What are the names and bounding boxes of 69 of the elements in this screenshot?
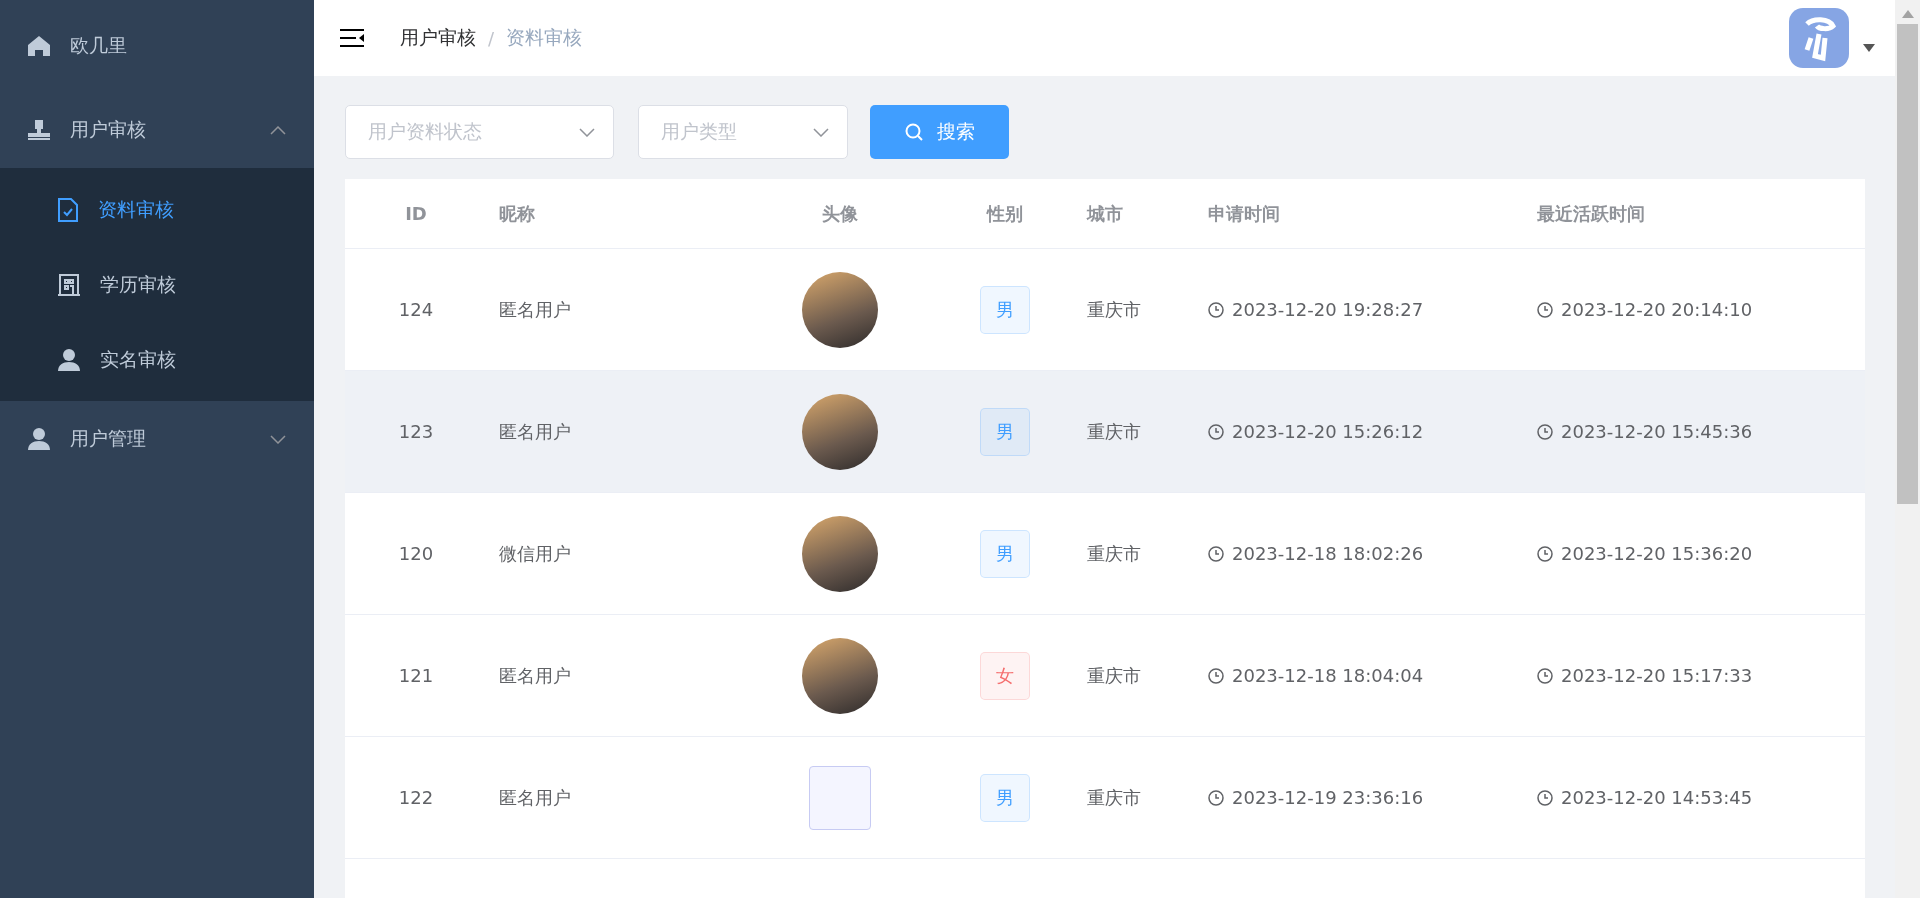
- table-cell: 124: [398, 299, 434, 320]
- chevron-down-icon: [270, 434, 286, 444]
- clock-icon: [1537, 667, 1553, 684]
- column-header: 昵称: [498, 201, 535, 226]
- clock-icon: [1208, 301, 1224, 318]
- table-cell: 121: [398, 665, 434, 686]
- scarf-logo-avatar[interactable]: [1789, 8, 1849, 68]
- table-cell: 120: [398, 543, 434, 564]
- date-time: 2023-12-20 15:45:36: [1561, 421, 1753, 442]
- clock-icon: [1208, 667, 1224, 684]
- breadcrumb-item: 资料审核: [506, 25, 583, 50]
- gender-tag: 男: [980, 407, 1030, 456]
- clock-icon: [1537, 423, 1553, 440]
- column-header: 头像: [822, 201, 858, 226]
- breadcrumb-separator: /: [488, 27, 495, 49]
- screenshot-placeholder: [809, 765, 871, 830]
- table-cell-text: 匿名用户: [498, 419, 571, 444]
- table-cell-text: 重庆市: [1086, 541, 1141, 566]
- building-icon: [58, 273, 80, 296]
- gender-tag: 男: [980, 773, 1030, 822]
- scrollbar-thumb[interactable]: [1897, 24, 1918, 504]
- breadcrumb-item[interactable]: 用户审核: [400, 25, 476, 51]
- table-cell-text: 匿名用户: [498, 663, 571, 688]
- stamp-icon: [28, 120, 50, 140]
- menu-icon[interactable]: [340, 28, 364, 48]
- date-time: 2023-12-20 19:28:27: [1232, 299, 1424, 320]
- person-icon: [28, 428, 50, 450]
- table-cell-text: 重庆市: [1086, 297, 1141, 322]
- table-row[interactable]: 123 匿名用户 男 重庆市 2023-12-20 15:26:12 2023-12-20 15:45:36: [345, 371, 1865, 493]
- caret-icon[interactable]: [1863, 44, 1875, 52]
- clock-icon: [1537, 789, 1553, 806]
- search-icon: [904, 123, 923, 141]
- clock-icon: [1208, 545, 1224, 562]
- document-check-icon: [58, 197, 78, 222]
- column-header: ID: [405, 203, 427, 224]
- scrollbar[interactable]: [1895, 0, 1920, 898]
- clock-icon: [1208, 789, 1224, 806]
- chevron-up-icon: [270, 125, 286, 135]
- gender-tag: 女: [980, 651, 1030, 700]
- table-cell-text: 重庆市: [1086, 663, 1141, 688]
- person-icon: [58, 348, 80, 371]
- date-time: 2023-12-20 14:53:45: [1561, 787, 1753, 808]
- chevron-down-icon: [579, 127, 595, 137]
- table-cell: 122: [398, 787, 434, 808]
- date-time: 2023-12-18 18:02:26: [1232, 543, 1424, 564]
- column-header: 性别: [987, 201, 1023, 226]
- table-cell-text: 匿名用户: [498, 297, 571, 322]
- table-cell: 123: [398, 421, 434, 442]
- gender-tag: 男: [980, 285, 1030, 334]
- column-header: 申请时间: [1207, 201, 1280, 226]
- home-icon: [28, 36, 50, 56]
- clock-icon: [1537, 301, 1553, 318]
- table-cell-text: 微信用户: [498, 541, 571, 566]
- clock-icon: [1208, 423, 1224, 440]
- scroll-up-icon[interactable]: [1901, 10, 1914, 18]
- table-cell-text: 重庆市: [1086, 785, 1141, 810]
- date-time: 2023-12-19 23:36:16: [1232, 787, 1424, 808]
- column-header: 城市: [1085, 201, 1123, 226]
- table-cell-text: 匿名用户: [498, 785, 571, 810]
- column-header: 最近活跃时间: [1536, 201, 1645, 226]
- clock-icon: [1537, 545, 1553, 562]
- date-time: 2023-12-20 20:14:10: [1561, 299, 1753, 320]
- date-time: 2023-12-20 15:26:12: [1232, 421, 1424, 442]
- chevron-down-icon: [813, 127, 829, 137]
- date-time: 2023-12-20 15:17:33: [1561, 665, 1753, 686]
- date-time: 2023-12-18 18:04:04: [1232, 665, 1424, 686]
- table-cell-text: 重庆市: [1086, 419, 1141, 444]
- gender-tag: 男: [980, 529, 1030, 578]
- date-time: 2023-12-20 15:36:20: [1561, 543, 1753, 564]
